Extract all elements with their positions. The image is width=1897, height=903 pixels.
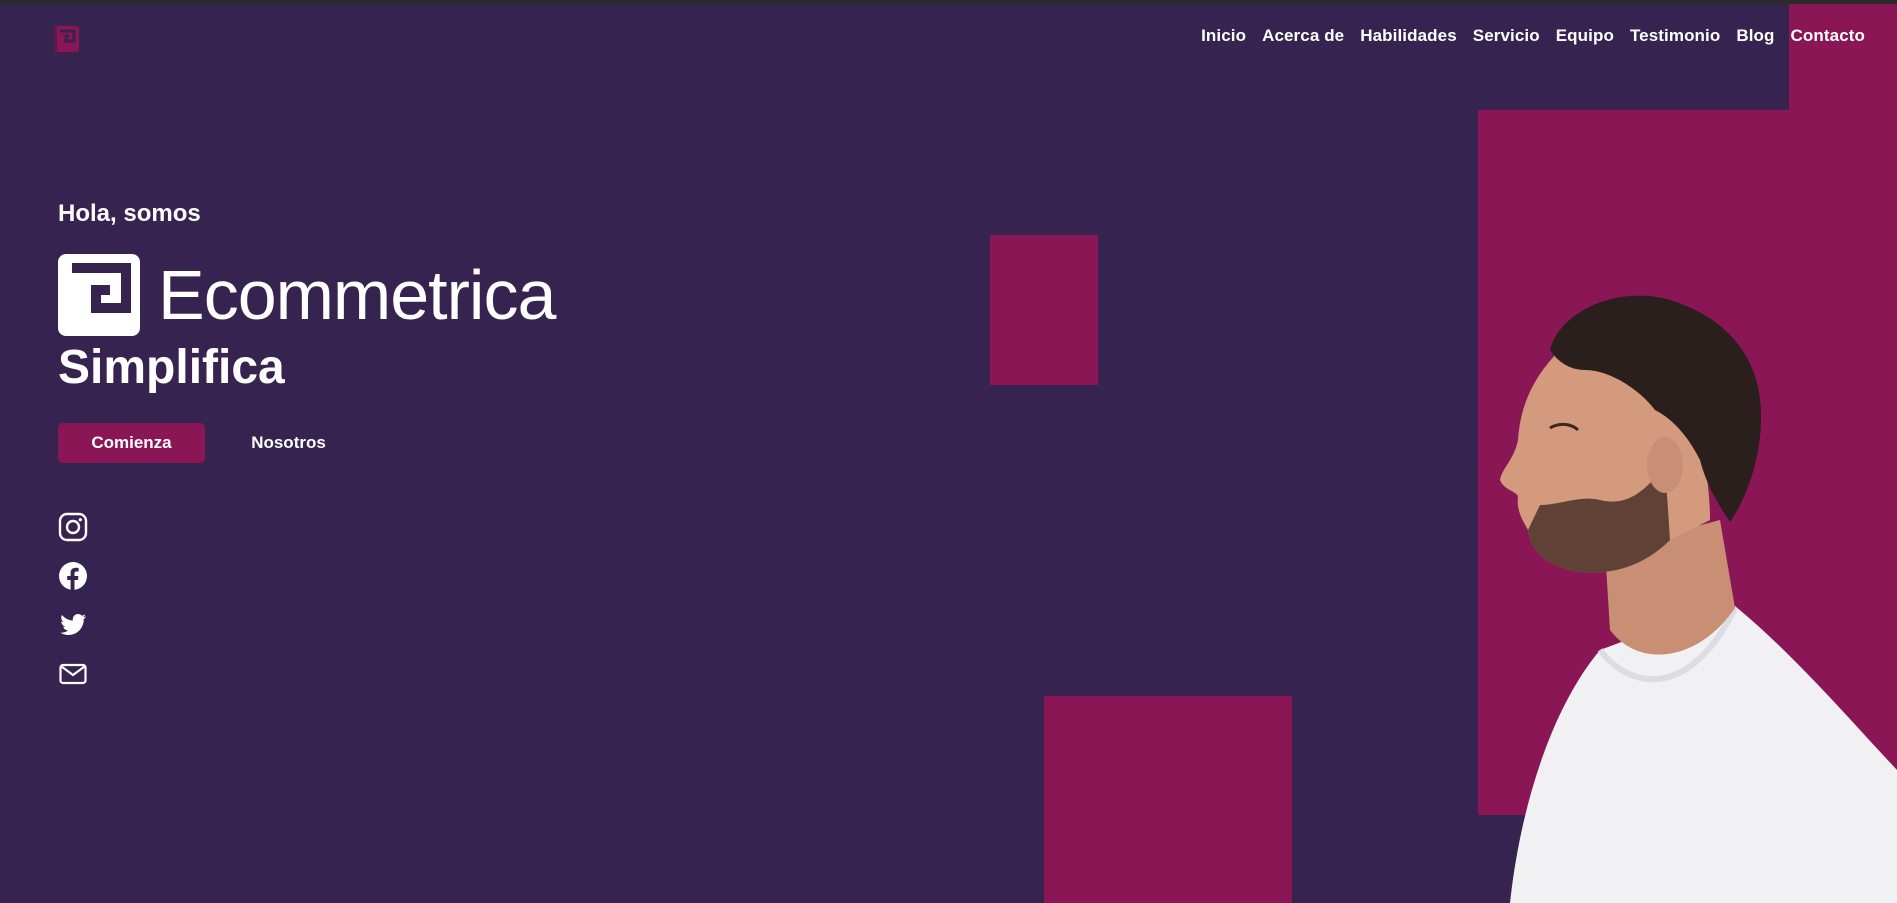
brand-name: Ecommetrica — [158, 256, 556, 334]
nav-item-contacto[interactable]: Contacto — [1791, 26, 1865, 46]
header-logo[interactable] — [54, 24, 84, 56]
twitter-link[interactable] — [58, 610, 88, 640]
twitter-icon — [60, 614, 87, 635]
nav-item-inicio[interactable]: Inicio — [1201, 26, 1246, 46]
nav-item-habilidades[interactable]: Habilidades — [1360, 26, 1457, 46]
site-header: Inicio Acerca de Habilidades Servicio Eq… — [0, 4, 1897, 68]
nav-item-acerca-de[interactable]: Acerca de — [1262, 26, 1344, 46]
logo-icon — [54, 26, 79, 54]
facebook-link[interactable] — [58, 561, 88, 591]
decorative-block — [990, 235, 1098, 385]
brand-mark-icon — [58, 254, 140, 336]
instagram-icon — [58, 512, 88, 542]
mail-link[interactable] — [58, 659, 88, 689]
main-nav: Inicio Acerca de Habilidades Servicio Eq… — [1201, 26, 1865, 46]
start-button[interactable]: Comienza — [58, 422, 205, 463]
nav-item-equipo[interactable]: Equipo — [1556, 26, 1614, 46]
nav-item-servicio[interactable]: Servicio — [1473, 26, 1540, 46]
brand-logo: Ecommetrica — [58, 254, 556, 336]
decorative-block — [1044, 696, 1292, 903]
hero-section: Hola, somos Ecommetrica Simplifica Comie… — [58, 200, 556, 463]
hero-actions: Comienza Nosotros — [58, 422, 555, 463]
about-us-button[interactable]: Nosotros — [215, 423, 362, 463]
team-member-photo — [1500, 295, 1897, 903]
nav-item-blog[interactable]: Blog — [1736, 26, 1774, 46]
hero-greeting: Hola, somos — [58, 200, 201, 227]
nav-item-testimonio[interactable]: Testimonio — [1630, 26, 1720, 46]
facebook-icon — [59, 562, 87, 590]
instagram-link[interactable] — [58, 512, 88, 542]
hero-tagline: Simplifica — [58, 341, 285, 394]
mail-icon — [59, 663, 87, 685]
social-links — [58, 512, 88, 689]
